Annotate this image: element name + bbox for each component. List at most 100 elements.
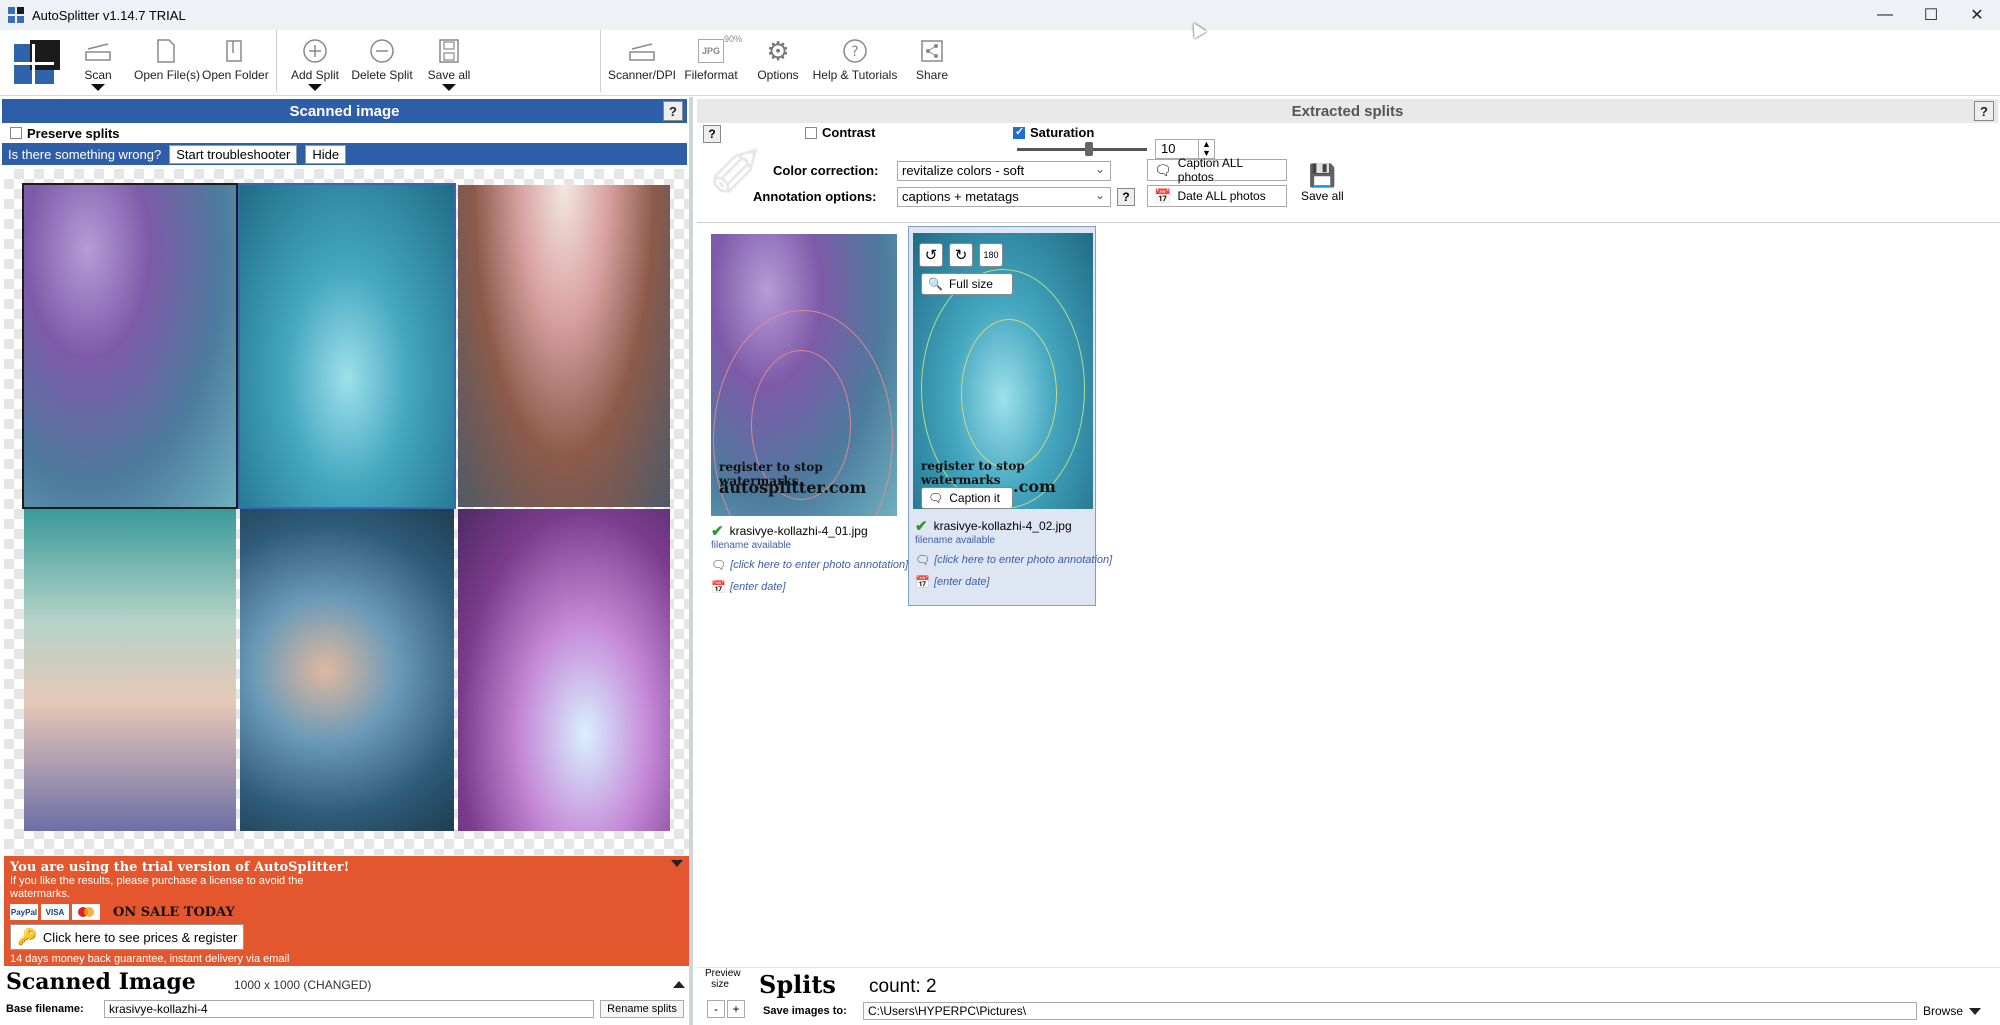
image-dimensions: 1000 x 1000 (CHANGED)	[234, 978, 372, 992]
split-filename: ✔ krasivye-kollazhi-4_01.jpg	[711, 523, 868, 540]
extracted-help-button[interactable]: ?	[1974, 101, 1994, 121]
preview-larger-button[interactable]: +	[727, 1000, 745, 1018]
expand-icon[interactable]	[673, 981, 685, 988]
full-size-button[interactable]: 🔍 Full size	[921, 273, 1013, 295]
key-icon: 🔑	[17, 929, 37, 946]
watermark-url: autosplitter.com	[719, 478, 867, 497]
save-all-button[interactable]: Save all	[426, 34, 472, 91]
preserve-splits-checkbox[interactable]	[10, 127, 22, 139]
scanner-icon	[80, 34, 116, 68]
slider-thumb[interactable]	[1085, 142, 1093, 156]
troubleshoot-bar: Is there something wrong? Start troubles…	[2, 143, 687, 165]
delete-split-button[interactable]: Delete Split	[350, 34, 414, 82]
scanned-image-footer: Scanned Image 1000 x 1000 (CHANGED) Base…	[4, 967, 689, 1025]
fileformat-button[interactable]: JPG 90% Fileformat	[682, 34, 742, 82]
quality-badge: 90%	[723, 34, 742, 44]
share-button[interactable]: Share	[912, 34, 952, 82]
filename-status: filename available	[711, 540, 792, 551]
rotate-180-icon[interactable]: 180	[979, 243, 1003, 267]
browse-button[interactable]: Browse	[1919, 1002, 1989, 1020]
options-button[interactable]: ⚙ Options	[756, 34, 800, 83]
save-path-input[interactable]: C:\Users\HYPERPC\Pictures\	[863, 1002, 1917, 1020]
share-icon	[912, 34, 952, 68]
add-split-dropdown-arrow[interactable]	[308, 84, 322, 91]
file-icon	[134, 34, 198, 68]
caption-all-button[interactable]: 🗨 Caption ALL photos	[1147, 156, 1287, 184]
photo-annotation-link[interactable]: 🗨 [click here to enter photo annotation]	[915, 553, 1112, 567]
minus-circle-icon	[350, 34, 414, 68]
close-icon[interactable]: ✕	[1954, 0, 2000, 30]
start-troubleshooter-button[interactable]: Start troubleshooter	[169, 144, 298, 164]
splits-count: count: 2	[869, 976, 937, 997]
split-preview[interactable]: ↺ ↻ 180 🔍 Full size register to stop wat…	[913, 233, 1093, 509]
folder-icon	[202, 34, 268, 68]
watermark-url: .com	[1013, 477, 1056, 496]
window-controls: — ☐ ✕	[1862, 0, 2000, 30]
annotation-options-select[interactable]: captions + metatags	[897, 186, 1111, 207]
scanner-dpi-button[interactable]: Scanner/DPI	[606, 34, 678, 82]
plus-circle-icon	[290, 34, 340, 68]
preview-smaller-button[interactable]: -	[707, 1000, 725, 1018]
save-all-splits-button[interactable]: 💾 Save all	[1301, 163, 1344, 203]
help-tutorials-button[interactable]: ? Help & Tutorials	[812, 34, 898, 82]
collapse-promo-icon[interactable]	[671, 860, 683, 867]
save-all-dropdown-arrow[interactable]	[442, 84, 456, 91]
split-preview[interactable]: register to stop watermarks autosplitter…	[711, 234, 897, 516]
payment-methods: PayPal VISA ON SALE TODAY	[10, 904, 235, 920]
scanned-image-panel: Scanned image ? Preserve splits Is there…	[0, 97, 693, 1025]
save-icon: 💾	[1308, 163, 1337, 188]
scanned-photo-shells	[240, 509, 454, 831]
visa-icon: VISA	[41, 904, 69, 920]
scanned-image-header: Scanned image ?	[2, 99, 687, 123]
calendar-icon: 📅	[915, 575, 930, 589]
base-filename-input[interactable]: krasivye-kollazhi-4	[104, 1000, 594, 1018]
date-all-button[interactable]: 📅 Date ALL photos	[1147, 185, 1287, 207]
annotation-help-button[interactable]: ?	[1117, 188, 1135, 206]
enter-date-link[interactable]: 📅 [enter date]	[711, 580, 786, 594]
window-title: AutoSplitter v1.14.7 TRIAL	[32, 7, 186, 23]
maximize-icon[interactable]: ☐	[1908, 0, 1954, 30]
saturation-slider[interactable]	[1017, 142, 1147, 156]
comment-icon: 🗨	[928, 491, 944, 505]
preserve-splits-option[interactable]: Preserve splits	[0, 123, 689, 143]
rotate-right-icon[interactable]: ↻	[949, 243, 973, 267]
extracted-splits-header: Extracted splits ?	[697, 99, 1998, 123]
scan-button[interactable]: Scan	[80, 34, 116, 91]
open-folder-button[interactable]: Open Folder	[202, 34, 269, 82]
calendar-icon: 📅	[711, 580, 726, 594]
title-bar: AutoSplitter v1.14.7 TRIAL — ☐ ✕	[0, 0, 2000, 30]
scanned-photo-feathers[interactable]	[22, 183, 238, 509]
contrast-option[interactable]: Contrast	[805, 125, 875, 140]
split-item[interactable]: register to stop watermarks autosplitter…	[711, 234, 908, 594]
rename-splits-button[interactable]: Rename splits	[600, 1000, 684, 1018]
register-button[interactable]: 🔑 Click here to see prices & register	[10, 924, 245, 950]
question-circle-icon: ?	[812, 34, 898, 68]
splits-list: register to stop watermarks autosplitter…	[697, 224, 2000, 954]
splits-footer: Preview size - + Splits count: 2 Save im…	[697, 967, 2000, 1025]
check-icon: ✔	[711, 523, 724, 540]
photo-annotation-link[interactable]: 🗨 [click here to enter photo annotation]	[711, 558, 908, 572]
open-files-button[interactable]: Open File(s)	[134, 34, 200, 82]
enter-date-link[interactable]: 📅 [enter date]	[915, 575, 990, 589]
scanned-photo-abstract	[24, 509, 236, 831]
add-split-button[interactable]: Add Split	[290, 34, 340, 91]
contrast-checkbox[interactable]	[805, 126, 817, 139]
hide-button[interactable]: Hide	[305, 144, 347, 164]
scanned-photo-rain[interactable]	[238, 183, 456, 509]
app-icon	[8, 7, 24, 23]
color-correction-select[interactable]: revitalize colors - soft	[897, 160, 1111, 181]
gear-icon: ⚙	[766, 35, 790, 66]
minimize-icon[interactable]: —	[1862, 0, 1908, 30]
split-filename: ✔ krasivye-kollazhi-4_02.jpg	[915, 518, 1072, 535]
toolbar: Scan Open File(s) Open Folder Add Split …	[0, 30, 2000, 96]
scanned-image-canvas[interactable]	[4, 169, 689, 855]
rotate-left-icon[interactable]: ↺	[919, 243, 943, 267]
split-item-selected[interactable]: ↺ ↻ 180 🔍 Full size register to stop wat…	[908, 226, 1112, 606]
caption-it-button[interactable]: 🗨 Caption it	[921, 487, 1013, 509]
scan-dropdown-arrow[interactable]	[91, 84, 105, 91]
saturation-option[interactable]: Saturation	[1013, 125, 1094, 140]
saturation-checkbox[interactable]	[1013, 125, 1025, 139]
comment-icon: 🗨	[915, 553, 931, 567]
scanned-help-button[interactable]: ?	[663, 101, 683, 121]
save-icon	[426, 34, 472, 68]
